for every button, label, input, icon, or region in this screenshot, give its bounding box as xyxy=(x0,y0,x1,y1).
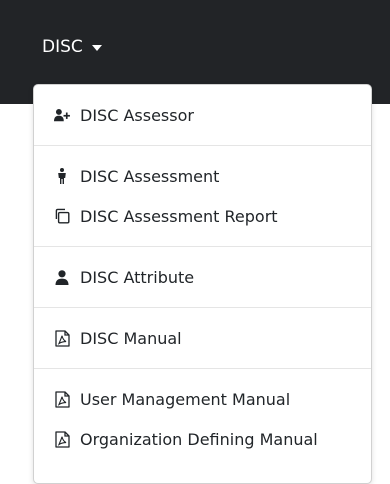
menu-item-disc-assessor[interactable]: DISC Assessor xyxy=(34,95,371,135)
pdf-file-icon xyxy=(54,430,70,448)
menu-item-label: DISC Assessment Report xyxy=(80,206,278,226)
caret-down-icon xyxy=(91,45,102,51)
disc-dropdown-menu: DISC Assessor DISC Assessment DISC Asses… xyxy=(33,84,372,484)
menu-item-disc-assessment-report[interactable]: DISC Assessment Report xyxy=(34,196,371,236)
user-plus-icon xyxy=(54,107,70,123)
menu-divider xyxy=(34,145,371,146)
menu-item-label: User Management Manual xyxy=(80,389,291,409)
menu-item-label: DISC Manual xyxy=(80,328,182,348)
menu-divider xyxy=(34,307,371,308)
menu-item-label: DISC Attribute xyxy=(80,267,195,287)
menu-item-label: DISC Assessment xyxy=(80,166,220,186)
menu-item-disc-assessment[interactable]: DISC Assessment xyxy=(34,156,371,196)
menu-divider xyxy=(34,246,371,247)
disc-dropdown-toggle[interactable]: DISC xyxy=(42,34,102,60)
pdf-file-icon xyxy=(54,390,70,408)
menu-item-label: Organization Defining Manual xyxy=(80,429,318,449)
menu-item-label: DISC Assessor xyxy=(80,105,194,125)
person-icon xyxy=(54,168,70,184)
pdf-file-icon xyxy=(54,329,70,347)
copy-icon xyxy=(54,208,70,224)
menu-divider xyxy=(34,368,371,369)
menu-item-disc-manual[interactable]: DISC Manual xyxy=(34,318,371,358)
menu-item-organization-defining-manual[interactable]: Organization Defining Manual xyxy=(34,419,371,459)
user-icon xyxy=(54,269,70,285)
disc-dropdown-label: DISC xyxy=(42,37,83,57)
menu-item-user-management-manual[interactable]: User Management Manual xyxy=(34,379,371,419)
menu-item-disc-attribute[interactable]: DISC Attribute xyxy=(34,257,371,297)
